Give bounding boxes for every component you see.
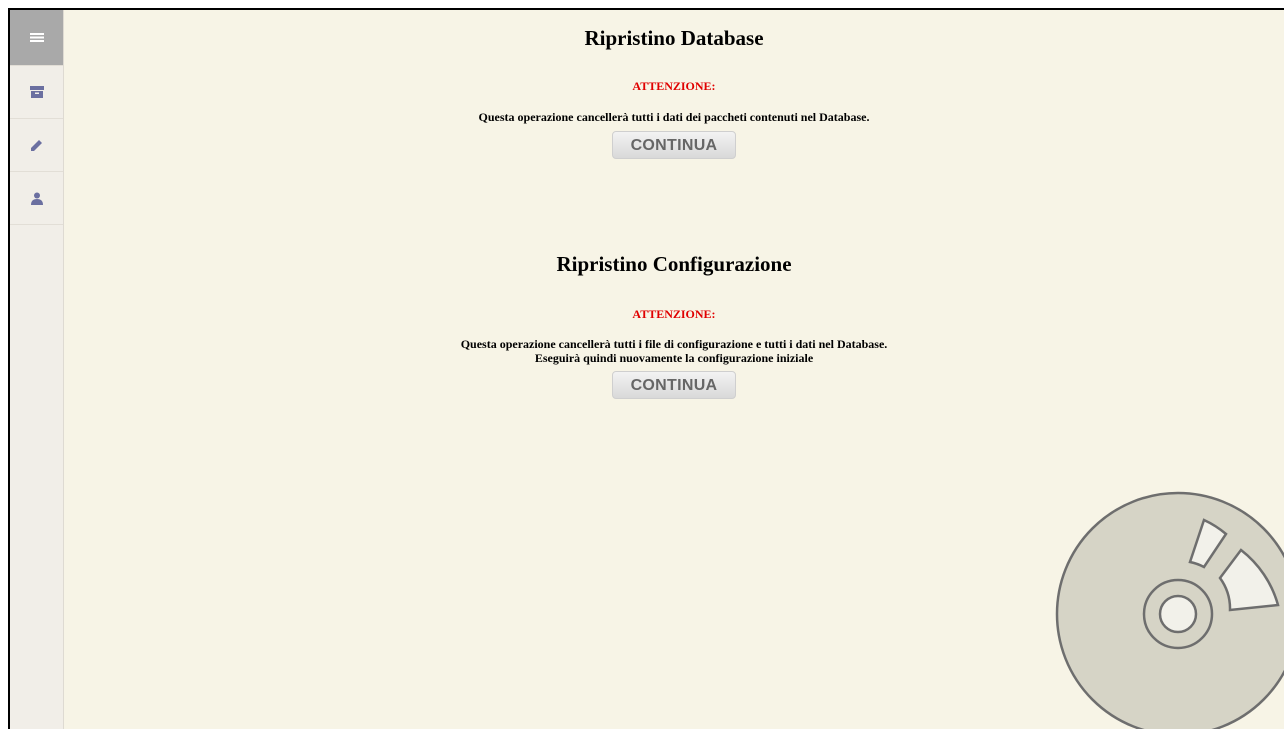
sidebar-item-edit[interactable] [10,119,63,172]
config-warning-label: ATTENZIONE: [632,307,716,321]
config-continue-button[interactable]: CONTINUA [612,371,736,399]
config-reset-section: Ripristino Configurazione ATTENZIONE: Qu… [64,252,1284,399]
database-reset-section: Ripristino Database ATTENZIONE: Questa o… [64,26,1284,159]
disc-icon [1054,490,1284,729]
database-warning-label: ATTENZIONE: [632,79,716,93]
config-reset-title: Ripristino Configurazione [556,252,792,276]
database-reset-title: Ripristino Database [584,26,764,50]
sidebar-item-menu[interactable] [10,10,63,66]
sidebar-item-user[interactable] [10,172,63,225]
sidebar-item-archive[interactable] [10,66,63,119]
config-warning-text-line1: Questa operazione cancellerà tutti i fil… [460,337,888,351]
app-window: Ripristino Database ATTENZIONE: Questa o… [8,8,1284,729]
list-icon [29,32,44,44]
database-continue-button[interactable]: CONTINUA [612,131,736,159]
database-warning-text: Questa operazione cancellerà tutti i dat… [478,110,870,124]
pencil-icon [30,139,43,152]
sidebar [10,10,64,729]
user-icon [30,192,43,205]
config-warning-text-line2: Eseguirà quindi nuovamente la configuraz… [534,351,814,365]
archive-icon [29,86,44,98]
